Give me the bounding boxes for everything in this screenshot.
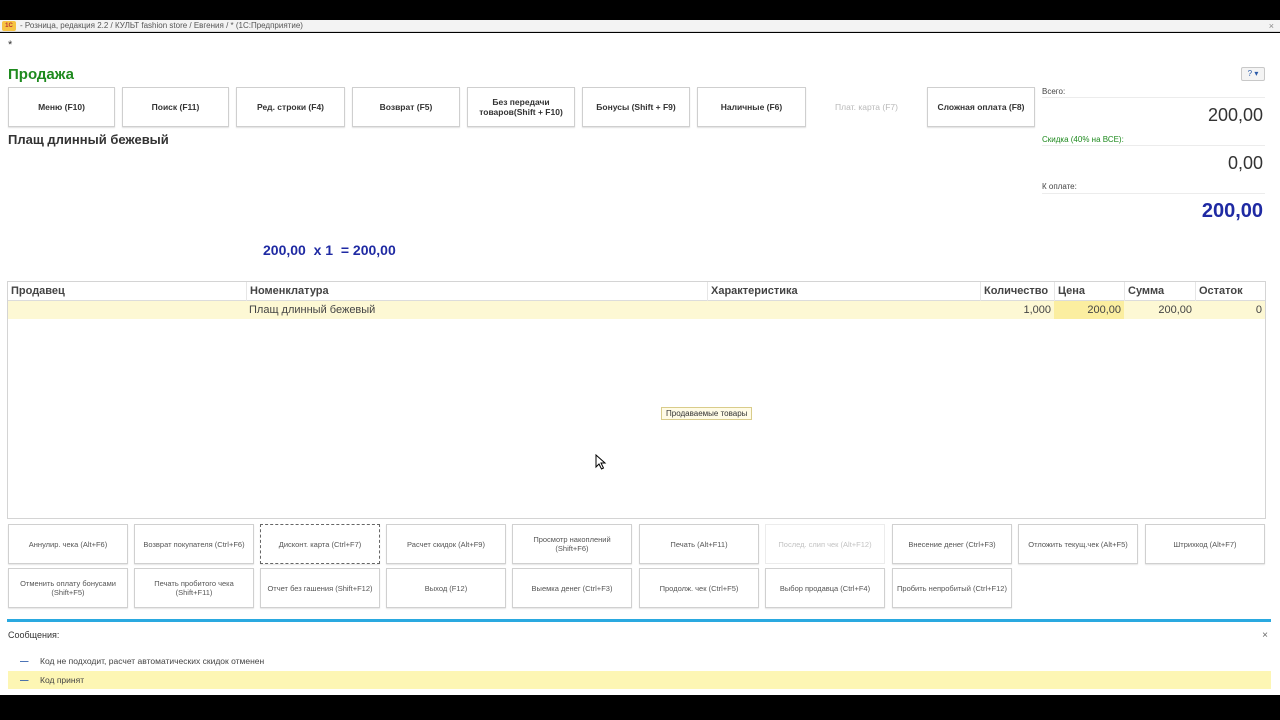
window-close-icon[interactable]: × — [1269, 20, 1274, 32]
table-header: Продавец Номенклатура Характеристика Кол… — [8, 282, 1265, 301]
messages-panel: Сообщения: × — Код не подходит, расчет а… — [7, 619, 1271, 689]
print-punched-receipt-button[interactable]: Печать пробитого чека (Shift+F11) — [134, 568, 254, 608]
return-button[interactable]: Возврат (F5) — [352, 87, 460, 127]
view-accumulations-button[interactable]: Просмотр накоплений (Shift+F6) — [512, 524, 632, 564]
print-button[interactable]: Печать (Alt+F11) — [639, 524, 759, 564]
column-item[interactable]: Номенклатура — [246, 282, 707, 301]
cell-stock: 0 — [1255, 304, 1262, 316]
discount-value: 0,00 — [1227, 153, 1263, 173]
sold-items-table[interactable]: Продавец Номенклатура Характеристика Кол… — [7, 281, 1266, 519]
modified-marker: * — [8, 39, 13, 51]
discount-card-button[interactable]: Дисконт. карта (Ctrl+F7) — [260, 524, 380, 564]
select-seller-button[interactable]: Выбор продавца (Ctrl+F4) — [765, 568, 885, 608]
help-button[interactable]: ? ▾ — [1241, 67, 1265, 81]
bonuses-button[interactable]: Бонусы (Shift + F9) — [582, 87, 690, 127]
complex-payment-button[interactable]: Сложная оплата (F8) — [927, 87, 1035, 127]
column-sum[interactable]: Сумма — [1124, 282, 1195, 301]
message-text: Код принят — [40, 675, 85, 685]
column-stock[interactable]: Остаток — [1195, 282, 1265, 301]
punch-unpunched-button[interactable]: Пробить непробитый (Ctrl+F12) — [892, 568, 1012, 608]
to-pay-field: 200,00 — [1042, 193, 1265, 227]
column-quantity[interactable]: Количество — [980, 282, 1054, 301]
total-field: 200,00 — [1042, 97, 1265, 131]
window-title: - Розница, редакция 2.2 / КУЛЬТ fashion … — [20, 21, 303, 30]
customer-return-button[interactable]: Возврат покупателя (Ctrl+F6) — [134, 524, 254, 564]
defer-receipt-button[interactable]: Отложить текущ.чек (Alt+F5) — [1018, 524, 1138, 564]
workspace: * Продажа ? ▾ Меню (F10) Поиск (F11) Ред… — [0, 33, 1280, 695]
table-tooltip: Продаваемые товары — [661, 407, 753, 420]
menu-button[interactable]: Меню (F10) — [8, 87, 115, 127]
mouse-cursor-icon — [595, 454, 607, 470]
to-pay-value: 200,00 — [1201, 200, 1263, 222]
current-item-name: Плащ длинный бежевый — [8, 132, 169, 147]
column-price[interactable]: Цена — [1054, 282, 1124, 301]
exit-button[interactable]: Выход (F12) — [386, 568, 506, 608]
edit-row-button[interactable]: Ред. строки (F4) — [236, 87, 345, 127]
message-text: Код не подходит, расчет автоматических с… — [40, 656, 265, 666]
cancel-receipt-button[interactable]: Аннулир. чека (Alt+F6) — [8, 524, 128, 564]
total-value: 200,00 — [1207, 105, 1263, 125]
continue-receipt-button[interactable]: Продолж. чек (Ctrl+F5) — [639, 568, 759, 608]
message-item[interactable]: — Код не подходит, расчет автоматических… — [8, 652, 1271, 670]
help-icon: ? — [1247, 69, 1253, 78]
messages-title: Сообщения: — [8, 630, 60, 640]
message-item[interactable]: — Код принят — [8, 671, 1271, 689]
cell-seller — [11, 301, 246, 319]
no-transfer-button[interactable]: Без передачи товаров(Shift + F10) — [467, 87, 575, 127]
total-label: Всего: — [1042, 87, 1066, 96]
app-logo-icon: 1С — [2, 21, 16, 31]
last-slip-button[interactable]: Послед. слип чек (Alt+F12) — [765, 524, 885, 564]
cash-in-button[interactable]: Внесение денег (Ctrl+F3) — [892, 524, 1012, 564]
card-payment-button[interactable]: Плат. карта (F7) — [813, 87, 920, 127]
close-icon[interactable]: × — [1262, 630, 1268, 641]
cell-characteristic — [710, 301, 980, 319]
cell-item: Плащ длинный бежевый — [249, 304, 376, 316]
current-item-calculation: 200,00 x 1 = 200,00 — [263, 242, 396, 258]
to-pay-label: К оплате: — [1042, 182, 1077, 191]
column-characteristic[interactable]: Характеристика — [707, 282, 980, 301]
table-row[interactable]: Плащ длинный бежевый 1,000 200,00 200,00… — [8, 301, 1265, 319]
discount-field: 0,00 — [1042, 145, 1265, 179]
dash-icon: — — [20, 675, 29, 685]
window-titlebar: 1С - Розница, редакция 2.2 / КУЛЬТ fashi… — [0, 20, 1280, 32]
cell-quantity: 1,000 — [1023, 304, 1051, 316]
dash-icon: — — [20, 656, 29, 666]
discount-label: Скидка (40% на ВСЕ): — [1042, 135, 1124, 144]
column-seller[interactable]: Продавец — [8, 282, 246, 301]
cell-sum: 200,00 — [1158, 304, 1192, 316]
page-title: Продажа — [8, 66, 74, 83]
x-report-button[interactable]: Отчет без гашения (Shift+F12) — [260, 568, 380, 608]
calc-discounts-button[interactable]: Расчет скидок (Alt+F9) — [386, 524, 506, 564]
cell-price: 200,00 — [1054, 301, 1124, 319]
cash-button[interactable]: Наличные (F6) — [697, 87, 806, 127]
cancel-bonus-payment-button[interactable]: Отменить оплату бонусами (Shift+F5) — [8, 568, 128, 608]
cash-out-button[interactable]: Выемка денег (Ctrl+F3) — [512, 568, 632, 608]
search-button[interactable]: Поиск (F11) — [122, 87, 229, 127]
barcode-button[interactable]: Штрихкод (Alt+F7) — [1145, 524, 1265, 564]
